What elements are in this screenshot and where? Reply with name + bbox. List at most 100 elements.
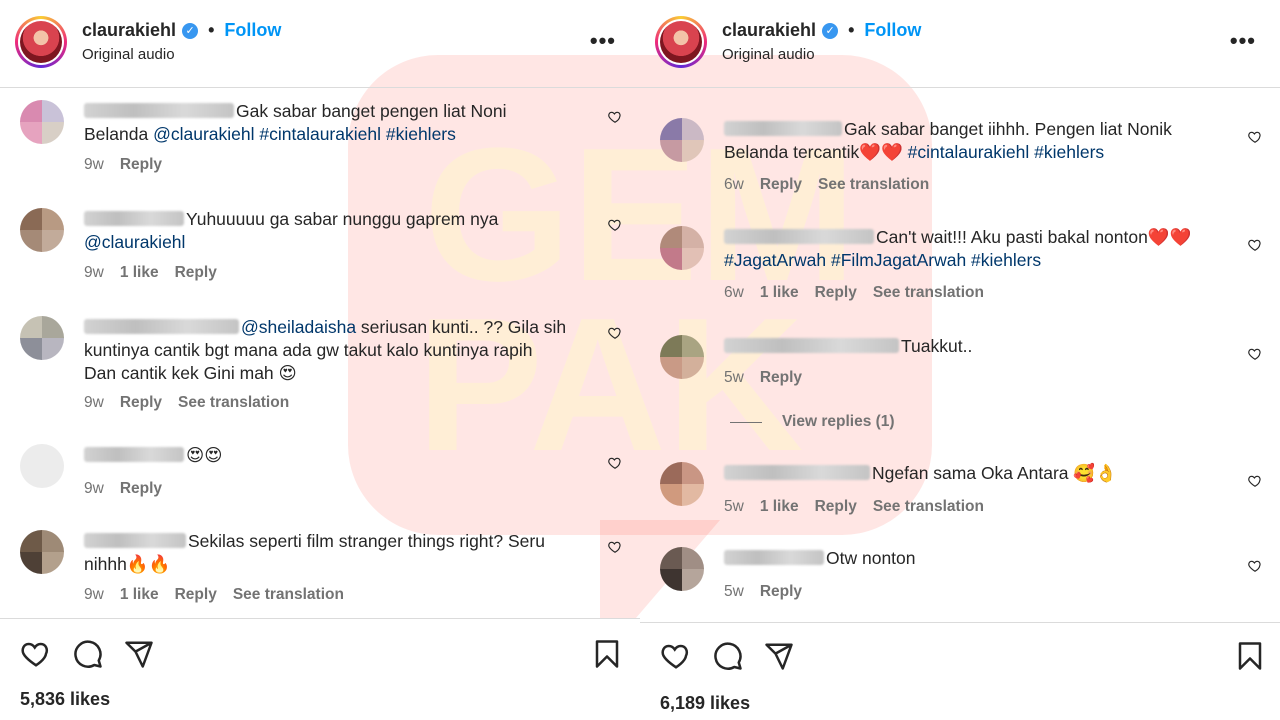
hashtag-links[interactable]: #JagatArwah #FilmJagatArwah #kiehlers: [724, 250, 1041, 270]
see-translation-button[interactable]: See translation: [873, 284, 984, 302]
post-likes-count[interactable]: 5,836 likes: [20, 689, 110, 710]
see-translation-button[interactable]: See translation: [178, 394, 289, 412]
follow-button[interactable]: Follow: [224, 20, 281, 41]
commenter-avatar[interactable]: [20, 316, 64, 360]
blurred-username[interactable]: [84, 533, 186, 548]
commenter-avatar[interactable]: [660, 547, 704, 591]
blurred-username[interactable]: [724, 121, 842, 136]
likes-count-button[interactable]: 1 like: [120, 586, 159, 604]
comment-time: 6w: [724, 176, 744, 193]
reply-button[interactable]: Reply: [760, 583, 802, 601]
original-audio-link[interactable]: Original audio: [82, 46, 175, 63]
post-likes-count[interactable]: 6,189 likes: [660, 693, 750, 714]
reply-button[interactable]: Reply: [760, 369, 802, 387]
reply-button[interactable]: Reply: [120, 394, 162, 412]
bookmark-icon[interactable]: [1235, 641, 1265, 671]
verified-icon: ✓: [182, 22, 199, 39]
username-link[interactable]: claurakiehl: [82, 20, 176, 41]
more-options-icon[interactable]: •••: [590, 28, 616, 54]
commenter-avatar[interactable]: [660, 118, 704, 162]
verified-icon: ✓: [822, 22, 839, 39]
commenter-avatar[interactable]: [20, 100, 64, 144]
like-comment-heart-icon[interactable]: [1248, 474, 1262, 488]
mention-link[interactable]: @sheiladaisha: [241, 317, 356, 337]
replies-divider-line: [730, 421, 762, 423]
share-icon[interactable]: [764, 641, 794, 671]
like-comment-heart-icon[interactable]: [1248, 238, 1262, 252]
hashtag-links[interactable]: #cintalaurakiehl #kiehlers: [908, 142, 1105, 162]
comment-time: 5w: [724, 498, 744, 515]
hashtag-links[interactable]: #cintalaurakiehl #kiehlers: [255, 124, 456, 144]
blurred-username[interactable]: [724, 465, 870, 480]
blurred-username[interactable]: [84, 211, 184, 226]
separator-dot: •: [848, 20, 855, 40]
reply-button[interactable]: Reply: [760, 176, 802, 194]
commenter-avatar[interactable]: [660, 226, 704, 270]
commenter-avatar[interactable]: [660, 335, 704, 379]
blurred-username[interactable]: [84, 447, 184, 462]
post-actions-bar: 5,836 likes: [0, 618, 640, 720]
like-comment-heart-icon[interactable]: [608, 456, 622, 470]
blurred-username[interactable]: [84, 319, 239, 334]
like-comment-heart-icon[interactable]: [608, 110, 622, 124]
post-header: claurakiehl ✓ • Follow Original audio ••…: [640, 0, 1280, 88]
comment-icon[interactable]: [73, 639, 103, 669]
comment-meta: 9w Reply: [84, 480, 162, 498]
like-comment-heart-icon[interactable]: [1248, 130, 1262, 144]
like-comment-heart-icon[interactable]: [608, 218, 622, 232]
comment-text: Gak sabar banget iihhh. Pengen liat Noni…: [724, 119, 1172, 162]
profile-avatar[interactable]: [15, 16, 67, 68]
see-translation-button[interactable]: See translation: [233, 586, 344, 604]
post-actions-bar: 6,189 likes: [640, 622, 1280, 720]
original-audio-link[interactable]: Original audio: [722, 46, 815, 63]
bookmark-icon[interactable]: [592, 639, 622, 669]
blurred-username[interactable]: [724, 229, 874, 244]
comment-time: 5w: [724, 583, 744, 600]
like-comment-heart-icon[interactable]: [1248, 347, 1262, 361]
commenter-avatar[interactable]: [660, 462, 704, 506]
commenter-avatar[interactable]: [20, 208, 64, 252]
likes-count-button[interactable]: 1 like: [760, 498, 799, 516]
comment-time: 9w: [84, 480, 104, 497]
left-post-panel: claurakiehl ✓ • Follow Original audio ••…: [0, 0, 640, 720]
reply-button[interactable]: Reply: [175, 264, 217, 282]
comment-text: Can't wait!!! Aku pasti bakal nonton❤️❤️…: [724, 227, 1192, 270]
see-translation-button[interactable]: See translation: [818, 176, 929, 194]
comment-meta: 9w 1 like Reply: [84, 264, 217, 282]
heart-icon[interactable]: [661, 641, 691, 671]
more-options-icon[interactable]: •••: [1230, 28, 1256, 54]
share-icon[interactable]: [124, 639, 154, 669]
separator-dot: •: [208, 20, 215, 40]
view-replies-label[interactable]: View replies (1): [782, 413, 895, 431]
comment-icon[interactable]: [713, 641, 743, 671]
commenter-avatar[interactable]: [20, 530, 64, 574]
reply-button[interactable]: Reply: [815, 498, 857, 516]
comment-text: @sheiladaisha seriusan kunti.. ?? Gila s…: [84, 317, 567, 383]
like-comment-heart-icon[interactable]: [608, 326, 622, 340]
like-comment-heart-icon[interactable]: [1248, 559, 1262, 573]
blurred-username[interactable]: [84, 103, 234, 118]
blurred-username[interactable]: [724, 550, 824, 565]
view-replies-button[interactable]: View replies (1): [730, 413, 895, 431]
likes-count-button[interactable]: 1 like: [120, 264, 159, 282]
comment-time: 6w: [724, 284, 744, 301]
comment-time: 9w: [84, 156, 104, 173]
reply-button[interactable]: Reply: [120, 156, 162, 174]
reply-button[interactable]: Reply: [175, 586, 217, 604]
likes-count-button[interactable]: 1 like: [760, 284, 799, 302]
comment-meta: 5w 1 like Reply See translation: [724, 498, 984, 516]
reply-button[interactable]: Reply: [815, 284, 857, 302]
follow-button[interactable]: Follow: [864, 20, 921, 41]
see-translation-button[interactable]: See translation: [873, 498, 984, 516]
blurred-username[interactable]: [724, 338, 899, 353]
reply-button[interactable]: Reply: [120, 480, 162, 498]
username-link[interactable]: claurakiehl: [722, 20, 816, 41]
profile-avatar[interactable]: [655, 16, 707, 68]
username-row: claurakiehl ✓ • Follow: [722, 20, 921, 41]
heart-icon[interactable]: [21, 639, 51, 669]
like-comment-heart-icon[interactable]: [608, 540, 622, 554]
mention-link[interactable]: @claurakiehl: [84, 232, 185, 252]
mention-link[interactable]: @claurakiehl: [153, 124, 254, 144]
commenter-avatar[interactable]: [20, 444, 64, 488]
comment-time: 9w: [84, 394, 104, 411]
